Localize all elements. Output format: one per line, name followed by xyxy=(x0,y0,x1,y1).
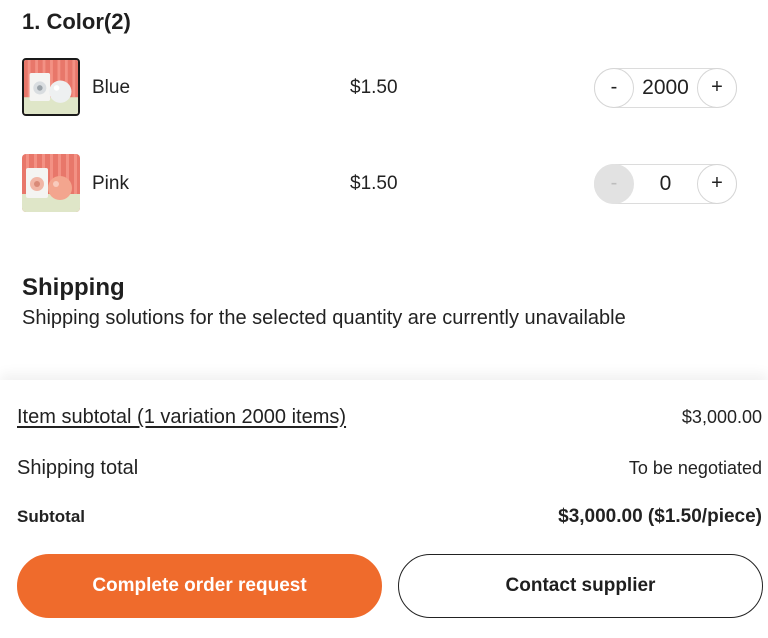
increase-quantity-button[interactable]: + xyxy=(697,164,737,204)
quantity-input[interactable]: 0 xyxy=(635,165,696,203)
subtotal-value: $3,000.00 ($1.50/piece) xyxy=(558,506,762,527)
shipping-total-value: To be negotiated xyxy=(628,458,762,478)
item-subtotal-value: $3,000.00 xyxy=(681,407,762,427)
variant-price: $1.50 xyxy=(350,173,398,194)
subtotal-label: Subtotal xyxy=(17,507,85,526)
complete-order-request-button[interactable]: Complete order request xyxy=(17,554,382,618)
contact-supplier-button[interactable]: Contact supplier xyxy=(398,554,763,618)
quantity-input[interactable]: 2000 xyxy=(635,69,696,107)
variant-name: Pink xyxy=(92,173,129,194)
quantity-stepper: - 0 + xyxy=(594,164,737,204)
color-section-title: 1. Color(2) xyxy=(22,9,131,34)
variant-name: Blue xyxy=(92,77,131,98)
variant-price: $1.50 xyxy=(350,77,398,98)
item-subtotal-link[interactable]: Item subtotal (1 variation 2000 items) xyxy=(17,406,346,429)
shipping-total-label: Shipping total xyxy=(17,457,139,479)
quantity-stepper: - 2000 + xyxy=(594,68,737,108)
variant-thumbnail-blue[interactable] xyxy=(22,58,80,116)
product-image xyxy=(22,154,80,212)
variant-thumbnail-pink[interactable] xyxy=(22,154,80,212)
decrease-quantity-button[interactable]: - xyxy=(594,164,634,204)
order-panel: 1. Color(2) Blue $1.50 - 2000 + Pink $1.… xyxy=(0,0,768,638)
order-summary: Item subtotal (1 variation 2000 items) $… xyxy=(0,380,768,638)
decrease-quantity-button[interactable]: - xyxy=(594,68,634,108)
product-image xyxy=(24,60,78,114)
shipping-title: Shipping xyxy=(22,274,125,301)
increase-quantity-button[interactable]: + xyxy=(697,68,737,108)
shipping-note: Shipping solutions for the selected quan… xyxy=(22,307,626,329)
variant-row-blue: Blue $1.50 - 2000 + xyxy=(22,58,742,118)
variant-row-pink: Pink $1.50 - 0 + xyxy=(22,154,742,214)
